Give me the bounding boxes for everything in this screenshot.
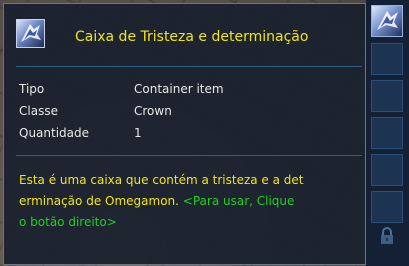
item-tooltip: Caixa de Tristeza e determinação Tipo Co… — [3, 3, 366, 265]
item-title: Caixa de Tristeza e determinação — [75, 29, 309, 45]
divider-top — [16, 66, 362, 67]
lock-icon[interactable] — [377, 226, 397, 246]
divider-bottom — [16, 155, 362, 156]
class-value: Crown — [134, 104, 172, 118]
game-scene: Caixa de Tristeza e determinação Tipo Co… — [0, 0, 409, 266]
description-text-part: erminação de Omegamon. — [19, 194, 179, 208]
item-description: Esta é uma caixa que contém a tristeza e… — [19, 170, 319, 233]
inventory-slot[interactable] — [371, 43, 403, 75]
inventory-slot[interactable] — [371, 80, 403, 112]
description-line-1: Esta é uma caixa que contém a tristeza e… — [19, 173, 304, 187]
description-line-2: erminação de Omegamon. <Para usar, Cliqu… — [19, 191, 319, 212]
inventory-slot[interactable] — [371, 191, 403, 223]
quantity-value: 1 — [134, 126, 142, 140]
type-value: Container item — [134, 82, 224, 96]
omegamon-item-icon — [16, 19, 45, 48]
inventory-strip — [366, 0, 409, 266]
quantity-label: Quantidade — [19, 126, 90, 140]
usage-hint-continued: o botão direito> — [19, 215, 117, 229]
inventory-slot-selected[interactable] — [371, 5, 403, 37]
class-label: Classe — [19, 104, 58, 118]
omegamon-item-icon — [377, 11, 398, 30]
inventory-slot[interactable] — [371, 117, 403, 149]
type-label: Tipo — [19, 82, 45, 96]
inventory-slot[interactable] — [371, 154, 403, 186]
usage-hint: <Para usar, Clique — [182, 194, 295, 208]
